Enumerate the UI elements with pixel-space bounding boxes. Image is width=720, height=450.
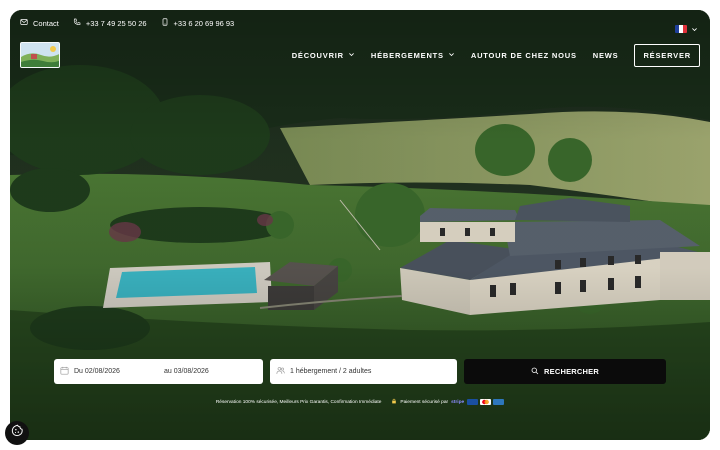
contact-link[interactable]: Contact [20,18,59,28]
phone-link-1[interactable]: +33 7 49 25 50 26 [73,18,147,28]
nav-hebergements[interactable]: HÉBERGEMENTS [371,51,455,60]
french-flag-icon [675,25,687,33]
nav-label: DÉCOUVRIR [291,51,344,60]
mastercard-icon [480,399,492,405]
reserve-button[interactable]: RÉSERVER [634,44,700,67]
site-logo[interactable] [20,42,60,68]
nav-label: AUTOUR DE CHEZ NOUS [470,51,577,60]
cookie-settings-button[interactable] [5,421,29,445]
secure-payment: Paiement sécurisé par stripe [391,398,505,406]
contact-bar: Contact +33 7 49 25 50 26 +33 6 20 69 96… [20,18,234,28]
guests-selector[interactable]: 1 hébergement / 2 adultes [270,359,457,384]
stripe-logo: stripe [451,399,465,405]
mobile-icon [161,18,169,28]
phone-link-2[interactable]: +33 6 20 69 96 93 [161,18,235,28]
phone-number-2: +33 6 20 69 96 93 [173,18,235,28]
chevron-down-icon [691,20,698,38]
language-selector[interactable] [675,20,698,38]
chevron-down-icon [448,51,455,60]
chevron-down-icon [348,51,355,60]
search-button-label: RECHERCHER [544,367,599,376]
date-from: Du 02/08/2026 [74,368,120,375]
lock-icon [391,398,397,406]
booking-search-bar: Du 02/08/2026 au 03/08/2026 1 hébergemen… [54,359,666,384]
hero-section: Contact +33 7 49 25 50 26 +33 6 20 69 96… [10,10,710,440]
nav-decouvrir[interactable]: DÉCOUVRIR [292,51,355,60]
main-navigation: DÉCOUVRIR HÉBERGEMENTS AUTOUR DE CHEZ NO… [292,44,700,67]
mail-icon [20,18,28,28]
search-icon [531,367,539,377]
nav-news[interactable]: NEWS [593,51,619,60]
nav-autour[interactable]: AUTOUR DE CHEZ NOUS [471,51,577,60]
people-icon [276,366,285,377]
calendar-icon [60,366,69,377]
guarantee-text: Réservation 100% sécurisée, Meilleurs Pr… [215,399,382,405]
nav-label: HÉBERGEMENTS [370,51,444,60]
phone-icon [73,18,81,28]
trust-bar: Réservation 100% sécurisée, Meilleurs Pr… [10,398,710,406]
nav-label: NEWS [592,51,619,60]
visa-card-icon [467,399,479,405]
guests-value: 1 hébergement / 2 adultes [290,368,372,375]
cookie-icon [11,424,24,442]
date-to: au 03/08/2026 [164,368,209,375]
payment-text: Paiement sécurisé par [400,399,449,405]
search-button[interactable]: RECHERCHER [464,359,666,384]
phone-number-1: +33 7 49 25 50 26 [85,18,147,28]
payment-cards [467,399,505,405]
contact-label: Contact [33,18,59,28]
date-range-picker[interactable]: Du 02/08/2026 au 03/08/2026 [54,359,263,384]
amex-card-icon [493,399,505,405]
